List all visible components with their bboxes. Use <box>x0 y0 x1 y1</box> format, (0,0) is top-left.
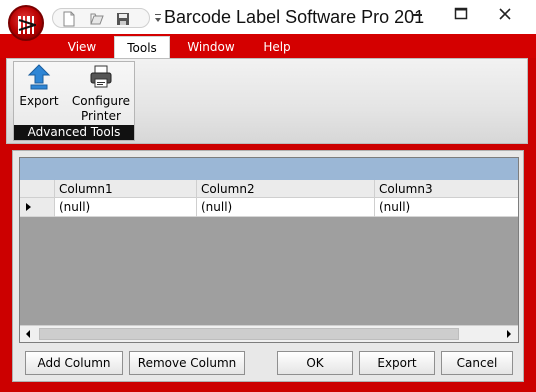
cancel-button[interactable]: Cancel <box>441 351 513 375</box>
scroll-right-arrow-icon <box>507 330 511 338</box>
table-cell[interactable]: (null) <box>196 198 374 217</box>
window-title: Barcode Label Software Pro 201 <box>164 7 425 27</box>
maximize-icon <box>454 7 468 20</box>
export-arrow-icon <box>27 64 51 90</box>
new-file-icon[interactable] <box>61 11 77 27</box>
save-icon[interactable] <box>115 11 131 27</box>
configure-printer-label-line1: Configure <box>71 94 131 108</box>
column-header-1[interactable]: Column1 <box>54 180 196 198</box>
horizontal-scrollbar[interactable] <box>20 325 518 342</box>
printer-icon <box>90 65 112 88</box>
ribbon-group-label: Advanced Tools <box>14 125 134 140</box>
barcode-logo-icon <box>18 16 36 34</box>
quick-access-dropdown-icon[interactable] <box>154 12 162 22</box>
dialog-content: Column1 Column2 Column3 (null) (null) (n… <box>12 150 524 382</box>
scroll-right-button[interactable] <box>500 326 517 342</box>
close-button[interactable] <box>484 0 528 28</box>
minimize-button[interactable] <box>396 0 440 28</box>
app-window: Barcode Label Software Pro 201 View Tool… <box>0 0 536 392</box>
close-icon <box>499 8 511 20</box>
row-header-corner <box>20 180 54 198</box>
configure-printer-label-line2: Printer <box>81 109 121 123</box>
tab-tools[interactable]: Tools <box>114 36 170 58</box>
remove-column-button[interactable]: Remove Column <box>129 351 245 375</box>
grid-caption-bar <box>20 158 518 180</box>
export-ribbon-button[interactable]: Export <box>17 64 61 109</box>
column-header-3[interactable]: Column3 <box>374 180 518 198</box>
ribbon-group-advanced-tools: Export Configure Printer Advanced Tools <box>13 61 135 141</box>
tab-view[interactable]: View <box>56 36 108 58</box>
ribbon-tab-bar: View Tools Window Help <box>0 34 536 58</box>
ribbon-panel: Export Configure Printer Advanced Tools <box>6 58 528 144</box>
grid-header-row: Column1 Column2 Column3 <box>20 180 518 198</box>
title-bar: Barcode Label Software Pro 201 <box>0 0 536 34</box>
scroll-left-arrow-icon <box>26 330 30 338</box>
scroll-left-button[interactable] <box>20 326 37 342</box>
table-cell[interactable]: (null) <box>54 198 196 217</box>
export-ribbon-label: Export <box>19 94 59 108</box>
minimize-icon <box>412 14 422 16</box>
ok-button[interactable]: OK <box>277 351 353 375</box>
app-logo[interactable] <box>8 5 44 41</box>
table-row[interactable]: (null) (null) (null) <box>20 198 518 217</box>
scroll-track-right[interactable] <box>460 326 477 342</box>
open-icon[interactable] <box>89 11 105 27</box>
configure-printer-ribbon-button[interactable]: Configure Printer <box>70 64 132 124</box>
tab-help[interactable]: Help <box>252 36 302 58</box>
maximize-button[interactable] <box>440 0 484 28</box>
column-header-2[interactable]: Column2 <box>196 180 374 198</box>
data-grid[interactable]: Column1 Column2 Column3 (null) (null) (n… <box>19 157 519 343</box>
tab-window[interactable]: Window <box>180 36 242 58</box>
add-column-button[interactable]: Add Column <box>25 351 123 375</box>
row-pointer-icon <box>26 203 31 211</box>
current-row-indicator[interactable] <box>20 198 54 216</box>
quick-access-toolbar <box>52 8 150 28</box>
table-cell[interactable]: (null) <box>374 198 518 217</box>
export-button[interactable]: Export <box>359 351 435 375</box>
scrollbar-thumb[interactable] <box>39 328 459 340</box>
